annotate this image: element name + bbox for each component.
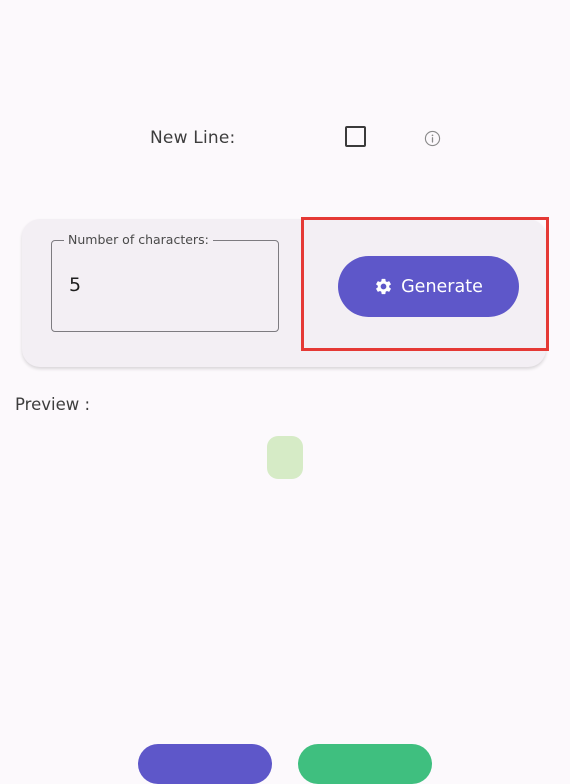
generate-button[interactable]: Generate: [338, 256, 519, 317]
new-line-label: New Line:: [150, 128, 236, 148]
gear-icon: [376, 278, 392, 295]
number-of-characters-field[interactable]: [51, 240, 279, 332]
preview-output: [267, 436, 303, 479]
preview-label: Preview :: [15, 395, 91, 414]
generate-button-label: Generate: [401, 276, 483, 297]
number-of-characters-label: Number of characters:: [64, 232, 213, 248]
bottom-primary-button[interactable]: [138, 744, 272, 784]
number-of-characters-value[interactable]: 5: [69, 274, 81, 296]
bottom-secondary-button[interactable]: [298, 744, 432, 784]
info-icon[interactable]: [424, 130, 441, 147]
new-line-checkbox[interactable]: [345, 126, 366, 147]
